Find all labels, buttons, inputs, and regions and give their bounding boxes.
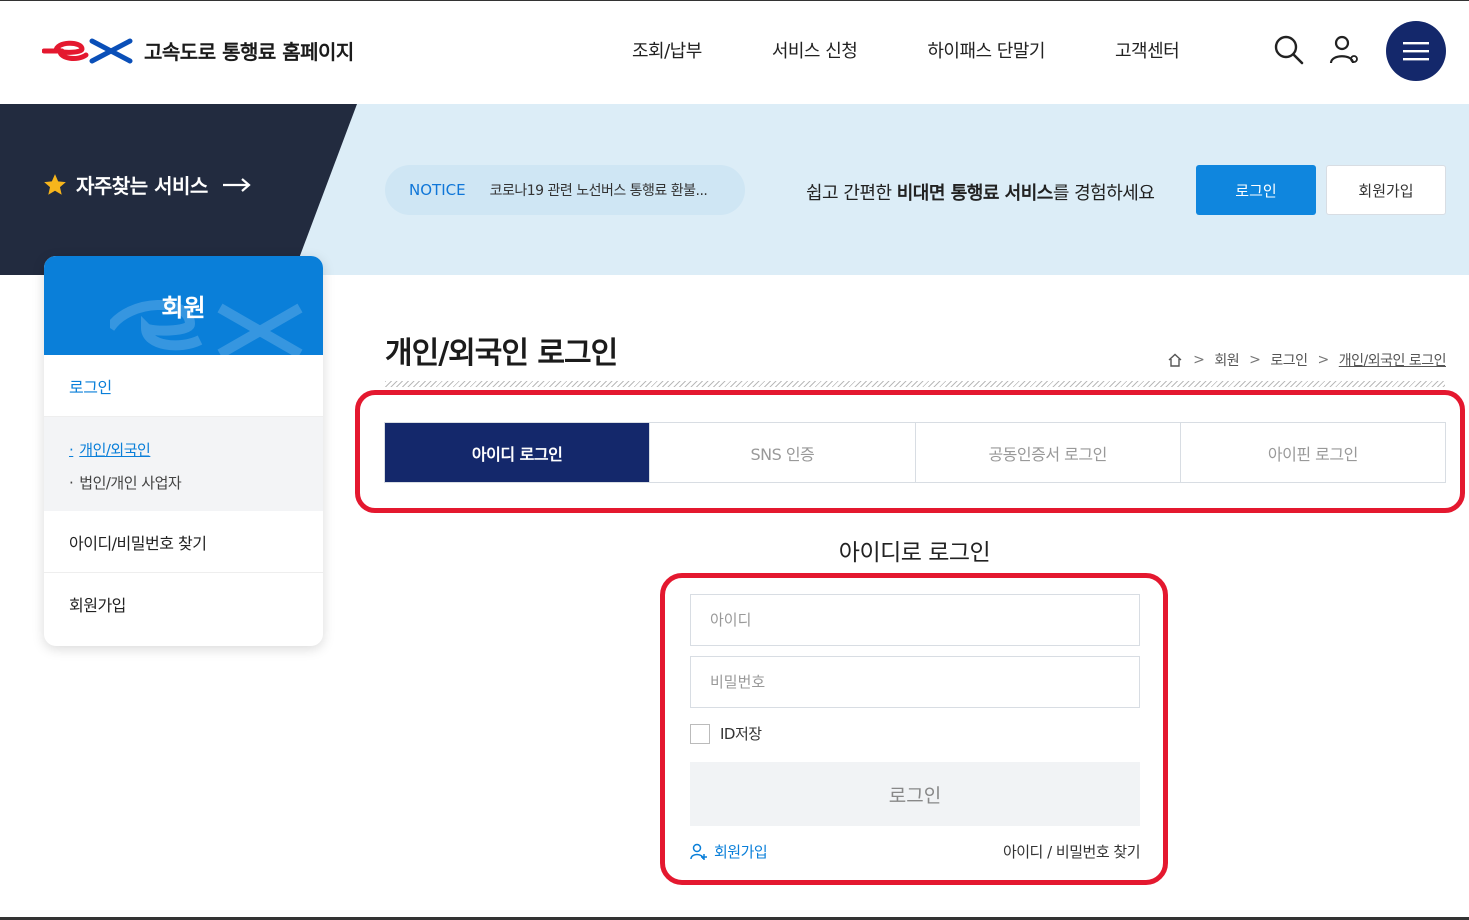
notice-text: 코로나19 관련 노선버스 통행료 환불... xyxy=(489,183,708,199)
checkbox-box[interactable] xyxy=(690,723,710,744)
promo-text: 쉽고 간편한 비대면 통행료 서비스를 경험하세요 xyxy=(806,179,1155,205)
id-input[interactable] xyxy=(690,594,1140,646)
login-button[interactable]: 로그인 xyxy=(690,762,1140,826)
nav-item-inquiry[interactable]: 조회/납부 xyxy=(632,37,702,63)
notice-ticker[interactable]: NOTICE 코로나19 관련 노선버스 통행료 환불... xyxy=(385,165,745,215)
password-input[interactable] xyxy=(690,656,1140,708)
sidebar-sub-item-label: 법인/개인 사업자 xyxy=(79,474,182,492)
sidebar-item-login[interactable]: 로그인 xyxy=(44,355,323,417)
star-icon xyxy=(44,173,66,195)
notice-label: NOTICE xyxy=(409,181,466,199)
breadcrumb-login[interactable]: 로그인 xyxy=(1270,350,1308,370)
login-tabs: 아이디 로그인 SNS 인증 공동인증서 로그인 아이핀 로그인 xyxy=(384,422,1446,483)
ex-logo-icon xyxy=(42,38,133,64)
promo-bold: 비대면 통행료 서비스 xyxy=(896,183,1054,204)
join-link-label: 회원가입 xyxy=(714,843,768,861)
find-account-link[interactable]: 아이디 / 비밀번호 찾기 xyxy=(990,841,1141,862)
breadcrumb-separator: > xyxy=(1249,352,1261,368)
sidebar-sub-item-personal[interactable]: · 개인/외국인 xyxy=(69,439,298,460)
search-icon[interactable] xyxy=(1274,35,1304,69)
breadcrumb-separator: > xyxy=(1193,352,1205,368)
tab-ipin-login[interactable]: 아이핀 로그인 xyxy=(1180,423,1445,482)
favorites-label: 자주찾는 서비스 xyxy=(76,174,208,198)
site-title: 고속도로 통행료 홈페이지 xyxy=(144,39,354,64)
header: 고속도로 통행료 홈페이지 조회/납부 서비스 신청 하이패스 단말기 고객센터 xyxy=(0,0,1469,104)
menu-button[interactable] xyxy=(1386,21,1446,81)
user-icon[interactable] xyxy=(1328,35,1360,71)
join-link[interactable]: 회원가입 xyxy=(690,841,768,862)
form-title: 아이디로 로그인 xyxy=(838,540,991,566)
favorites-link[interactable]: 자주찾는 서비스 xyxy=(42,170,252,199)
sidebar-header: 회원 xyxy=(44,256,323,355)
promo-suffix: 를 경험하세요 xyxy=(1052,183,1155,204)
hamburger-icon xyxy=(1403,42,1429,61)
home-icon[interactable] xyxy=(1167,352,1183,368)
sidebar-title: 회원 xyxy=(161,294,206,322)
sidebar-sub-item-business[interactable]: · 법인/개인 사업자 xyxy=(69,472,298,493)
save-id-label: ID저장 xyxy=(720,725,762,743)
nav-item-service[interactable]: 서비스 신청 xyxy=(772,37,858,63)
arrow-right-icon xyxy=(222,177,251,192)
tab-certificate-login[interactable]: 공동인증서 로그인 xyxy=(915,423,1181,482)
title-divider xyxy=(385,381,1445,387)
user-add-icon xyxy=(690,843,707,860)
breadcrumb-separator: > xyxy=(1317,352,1330,368)
nav-item-hipass[interactable]: 하이패스 단말기 xyxy=(927,37,1045,63)
sidebar-item-join[interactable]: 회원가입 xyxy=(44,573,323,635)
breadcrumb-current[interactable]: 개인/외국인 로그인 xyxy=(1339,350,1447,370)
top-banner: 자주찾는 서비스 NOTICE 코로나19 관련 노선버스 통행료 환불... … xyxy=(0,104,1469,275)
breadcrumb-member[interactable]: 회원 xyxy=(1214,350,1239,370)
nav-item-customer[interactable]: 고객센터 xyxy=(1115,37,1180,63)
sidebar-sub-item-label: 개인/외국인 xyxy=(79,441,151,459)
tab-id-login[interactable]: 아이디 로그인 xyxy=(385,423,651,482)
tab-sns-auth[interactable]: SNS 인증 xyxy=(650,423,916,482)
sidebar: 회원 로그인 · 개인/외국인 · 법인/개인 사업자 아이디/비밀번호 찾기 회원… xyxy=(44,256,323,646)
banner-join-button[interactable]: 회원가입 xyxy=(1326,165,1446,215)
site-logo[interactable]: 고속도로 통행료 홈페이지 xyxy=(42,35,354,65)
banner-login-button[interactable]: 로그인 xyxy=(1196,165,1316,215)
breadcrumb: > 회원 > 로그인 > 개인/외국인 로그인 xyxy=(1167,350,1447,370)
main-nav: 조회/납부 서비스 신청 하이패스 단말기 고객센터 xyxy=(632,37,1249,63)
save-id-checkbox[interactable]: ID저장 xyxy=(690,723,762,744)
promo-prefix: 쉽고 간편한 xyxy=(806,183,897,204)
sidebar-submenu: · 개인/외국인 · 법인/개인 사업자 xyxy=(44,417,323,511)
page-title: 개인/외국인 로그인 xyxy=(385,336,618,371)
